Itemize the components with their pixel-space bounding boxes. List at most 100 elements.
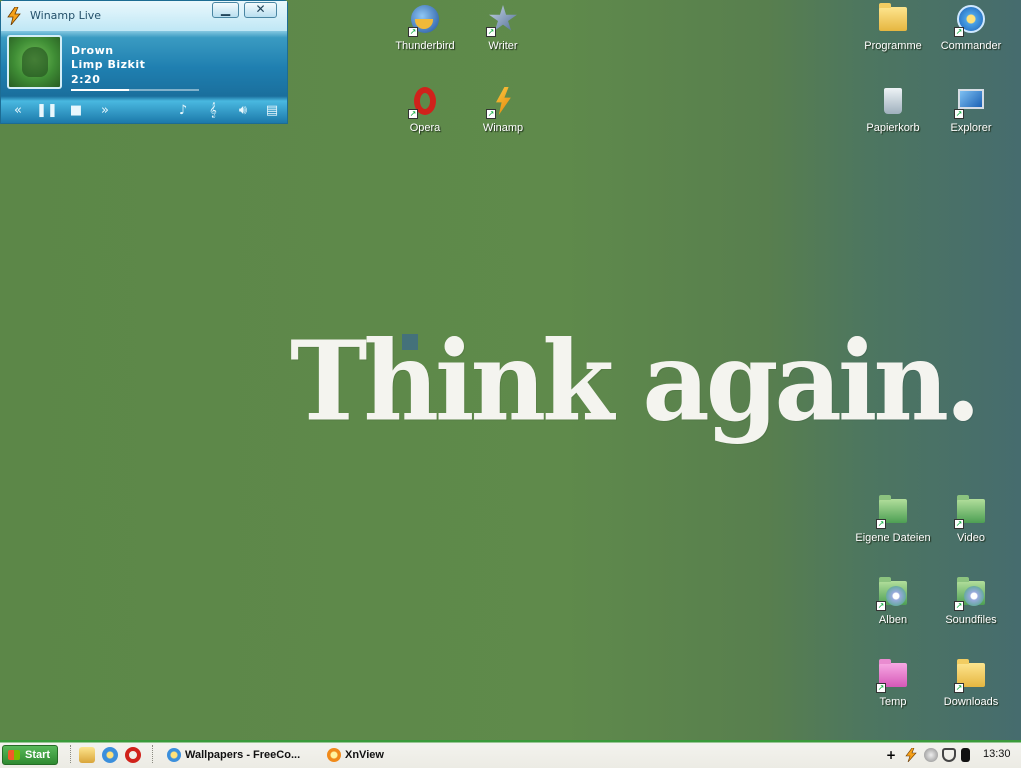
desktop-icon-label: Opera (409, 122, 441, 134)
desktop-icon-video[interactable]: ↗ Video (933, 494, 1009, 554)
shortcut-arrow-icon: ↗ (408, 109, 418, 119)
tray-disc-icon[interactable] (924, 748, 938, 762)
quicklaunch-folder-icon[interactable] (79, 747, 95, 763)
desktop-icon-opera[interactable]: ↗ Opera (387, 84, 463, 144)
desktop-icon-label: Explorer (950, 122, 992, 134)
folder-icon (879, 3, 907, 31)
start-label: Start (25, 749, 51, 761)
desktop-icon-label: Thunderbird (395, 40, 455, 52)
music-note-button[interactable]: ♪ (172, 101, 194, 121)
volume-icon: 🔊︎ (238, 103, 248, 118)
album-skull-image (22, 47, 48, 77)
desktop-icon-label: Soundfiles (945, 614, 997, 626)
tray-plus-icon[interactable]: + (884, 748, 898, 762)
desktop-icon-label: Alben (878, 614, 908, 626)
desktop-icon-programme[interactable]: Programme (855, 2, 931, 62)
desktop-icon-label: Video (957, 532, 985, 544)
desktop-icon-commander[interactable]: ↗ Commander (933, 2, 1009, 62)
desktop-icon-eigene-dateien[interactable]: ↗ Eigene Dateien (855, 494, 931, 554)
desktop-icon-thunderbird[interactable]: ↗ Thunderbird (387, 2, 463, 62)
desktop-icon-label: Downloads (943, 696, 999, 708)
desktop-icon-label: Papierkorb (866, 122, 920, 134)
desktop-icon-explorer[interactable]: ↗ Explorer (933, 84, 1009, 144)
wallpaper-accent-square (402, 334, 418, 350)
stop-icon: ■ (69, 103, 83, 118)
desktop-icon-temp[interactable]: ↗ Temp (855, 658, 931, 718)
minimize-button[interactable]: ▁ (212, 2, 239, 18)
equalizer-button[interactable]: 𝄞 (202, 101, 224, 121)
browser-icon (167, 748, 181, 762)
desktop-icon-label: Commander (940, 40, 1002, 52)
task-button-wallpapers[interactable]: Wallpapers - FreeCo... (165, 745, 315, 765)
clock[interactable]: 13:30 (983, 748, 1011, 760)
track-time: 2:20 (71, 73, 101, 86)
taskbar: Start Wallpapers - FreeCo... XnView + 13… (0, 740, 1021, 768)
desktop-icon-papierkorb[interactable]: Papierkorb (855, 84, 931, 144)
tray-device-icon[interactable] (961, 748, 970, 762)
desktop-icon-label: Writer (488, 40, 518, 52)
desktop-icon-label: Temp (879, 696, 907, 708)
shortcut-arrow-icon: ↗ (486, 27, 496, 37)
shortcut-arrow-icon: ↗ (954, 519, 964, 529)
quicklaunch-commander-icon[interactable] (102, 747, 118, 763)
pause-icon: ❚❚ (36, 103, 58, 118)
task-label: Wallpapers - FreeCo... (185, 749, 301, 761)
tray-winamp-icon[interactable] (904, 748, 918, 762)
desktop-icon-label: Eigene Dateien (855, 532, 931, 544)
desktop-icon-winamp[interactable]: ↗ Winamp (465, 84, 541, 144)
close-button[interactable]: ✕ (244, 2, 277, 18)
seek-bar-fill (71, 89, 129, 91)
winamp-title: Winamp Live (30, 9, 102, 22)
xnview-icon (327, 748, 341, 762)
winamp-controls: « ❚❚ ■ » ♪ 𝄞 🔊︎ ▤ (1, 98, 287, 124)
desktop-icon-label: Winamp (482, 122, 524, 134)
previous-icon: « (14, 103, 22, 118)
desktop-icon-writer[interactable]: ↗ Writer (465, 2, 541, 62)
cd-icon (886, 586, 906, 606)
close-icon: ✕ (255, 2, 266, 16)
shortcut-arrow-icon: ↗ (954, 601, 964, 611)
taskbar-separator (70, 745, 72, 763)
computer-icon (958, 89, 984, 109)
shortcut-arrow-icon: ↗ (876, 519, 886, 529)
playlist-icon: ▤ (265, 103, 279, 118)
seek-bar[interactable] (71, 89, 199, 91)
desktop-icon-downloads[interactable]: ↗ Downloads (933, 658, 1009, 718)
album-art (7, 35, 62, 89)
shortcut-arrow-icon: ↗ (954, 683, 964, 693)
playlist-button[interactable]: ▤ (261, 101, 283, 121)
start-button[interactable]: Start (2, 745, 58, 765)
track-title: Drown (71, 44, 114, 57)
music-note-icon: ♪ (178, 103, 188, 118)
shortcut-arrow-icon: ↗ (954, 109, 964, 119)
pause-button[interactable]: ❚❚ (36, 101, 58, 121)
cd-icon (964, 586, 984, 606)
next-button[interactable]: » (94, 101, 116, 121)
previous-button[interactable]: « (7, 101, 29, 121)
stop-button[interactable]: ■ (65, 101, 87, 121)
next-icon: » (101, 103, 109, 118)
treble-clef-icon: 𝄞 (209, 103, 217, 118)
winamp-player[interactable]: Winamp Live ▁ ✕ Drown Limp Bizkit 2:20 «… (0, 0, 288, 124)
taskbar-separator (152, 745, 154, 763)
minimize-icon: ▁ (220, 2, 231, 16)
shortcut-arrow-icon: ↗ (486, 109, 496, 119)
shortcut-arrow-icon: ↗ (408, 27, 418, 37)
winamp-titlebar[interactable]: Winamp Live ▁ ✕ (1, 1, 287, 31)
shortcut-arrow-icon: ↗ (876, 683, 886, 693)
winamp-logo-icon (7, 7, 21, 25)
tray-shield-icon[interactable] (942, 748, 956, 762)
shortcut-arrow-icon: ↗ (954, 27, 964, 37)
quicklaunch-opera-icon[interactable] (125, 747, 141, 763)
recycle-bin-icon (884, 88, 902, 114)
track-artist: Limp Bizkit (71, 58, 146, 71)
task-label: XnView (345, 749, 384, 761)
wallpaper-text: Think again. (290, 316, 981, 446)
desktop-icon-soundfiles[interactable]: ↗ Soundfiles (933, 576, 1009, 636)
volume-button[interactable]: 🔊︎ (232, 101, 254, 121)
shortcut-arrow-icon: ↗ (876, 601, 886, 611)
windows-flag-icon (8, 750, 20, 760)
desktop-icon-label: Programme (864, 40, 922, 52)
task-button-xnview[interactable]: XnView (325, 745, 475, 765)
desktop-icon-alben[interactable]: ↗ Alben (855, 576, 931, 636)
